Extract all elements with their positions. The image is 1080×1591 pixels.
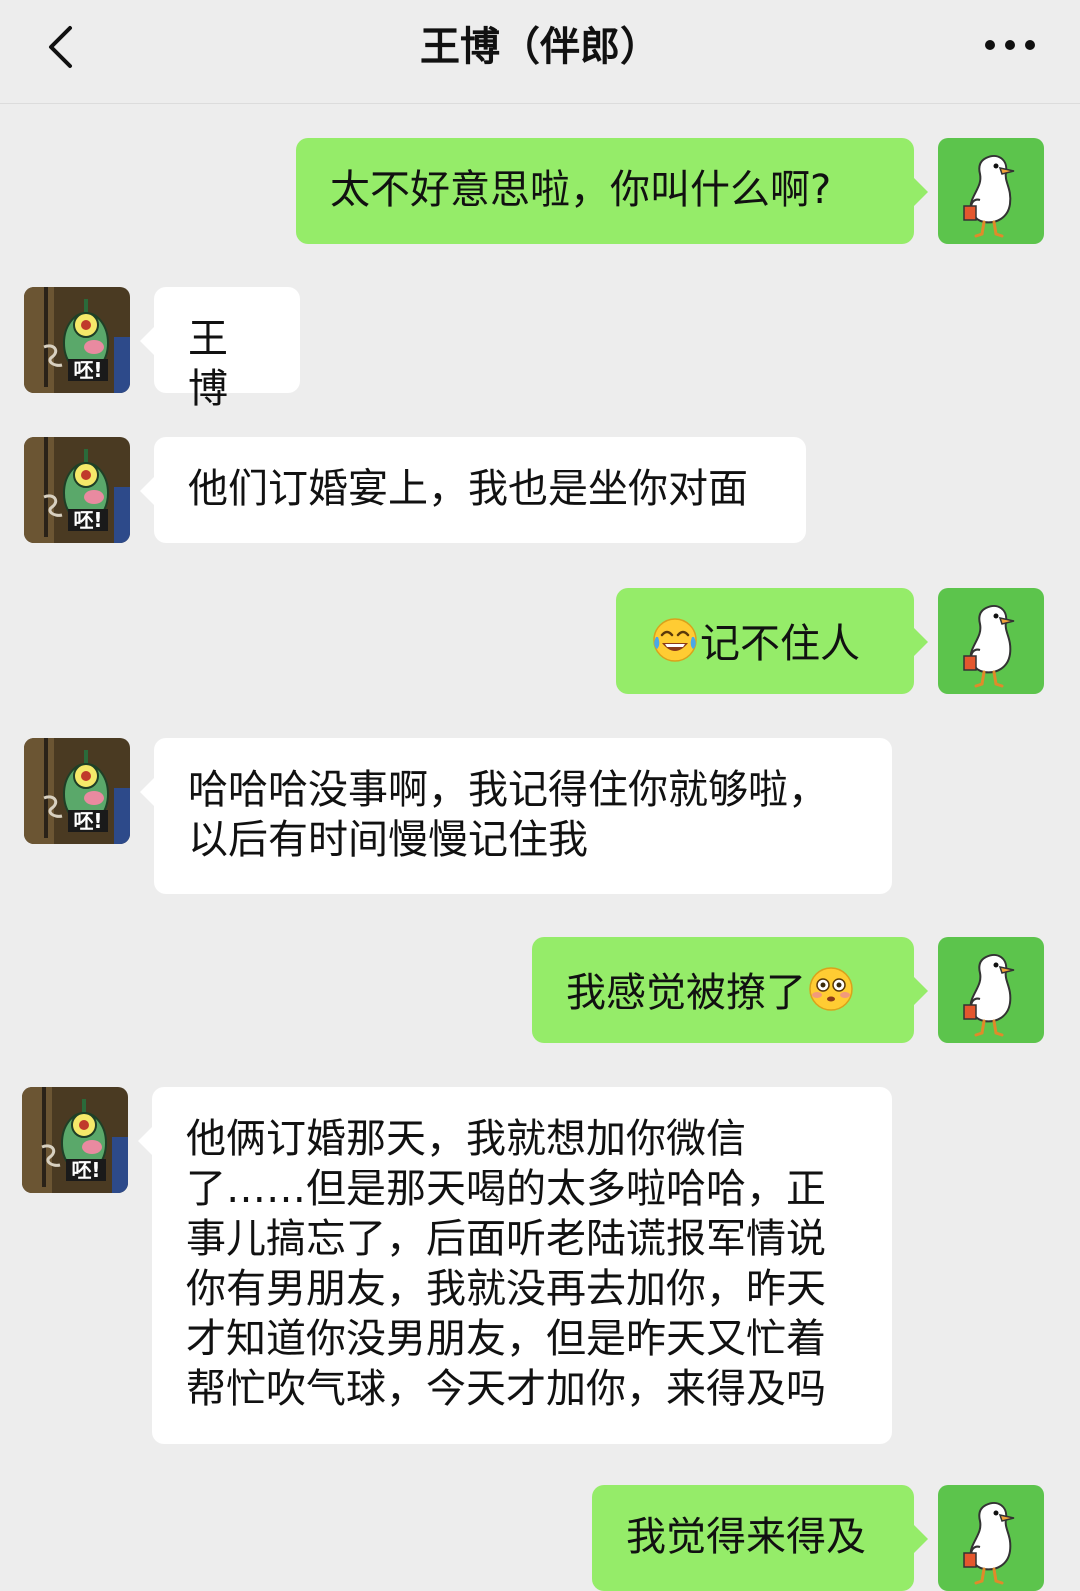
svg-text:呸!: 呸! (73, 358, 102, 382)
tears-of-joy-emoji (650, 615, 700, 665)
white-duck-avatar (938, 588, 1044, 694)
green-plankton-avatar: 呸! (22, 1087, 128, 1193)
self-avatar[interactable] (938, 937, 1044, 1043)
message-row-self: 记不住人 (0, 588, 1080, 694)
message-bubble-other[interactable]: 他们订婚宴上，我也是坐你对面 (140, 437, 806, 543)
message-bubble-self[interactable]: 记不住人 (616, 588, 928, 694)
message-row-self: 我觉得来得及 (0, 1485, 1080, 1591)
message-text: 我觉得来得及 (626, 1514, 866, 1560)
self-avatar[interactable] (938, 588, 1044, 694)
message-bubble-other[interactable]: 王博 (140, 287, 300, 412)
other-avatar[interactable]: 呸! (24, 287, 130, 393)
message-bubble-other[interactable]: 哈哈哈没事啊，我记得住你就够啦，以后有时间慢慢记住我 (140, 738, 892, 894)
svg-text:呸!: 呸! (71, 1158, 100, 1182)
svg-text:呸!: 呸! (73, 809, 102, 833)
message-row-self: 我感觉被撩了 (0, 937, 1080, 1043)
svg-text:呸!: 呸! (73, 508, 102, 532)
green-plankton-avatar: 呸! (24, 437, 130, 543)
white-duck-avatar (938, 1485, 1044, 1591)
more-button[interactable] (980, 30, 1040, 60)
chat-header: 王博（伴郎） (0, 0, 1080, 104)
message-row-other: 呸! 他们订婚宴上，我也是坐你对面 (0, 437, 1080, 543)
message-bubble-self[interactable]: 我觉得来得及 (592, 1485, 928, 1591)
message-row-other: 呸! 哈哈哈没事啊，我记得住你就够啦，以后有时间慢慢记住我 (0, 738, 1080, 894)
message-row-other: 呸! 王博 (0, 287, 1080, 412)
green-plankton-avatar: 呸! (24, 738, 130, 844)
message-text: 他俩订婚那天，我就想加你微信了……但是那天喝的太多啦哈哈，正事儿搞忘了，后面听老… (186, 1116, 826, 1412)
other-avatar[interactable]: 呸! (22, 1087, 128, 1193)
more-dots-icon (985, 40, 1035, 50)
white-duck-avatar (938, 937, 1044, 1043)
message-text: 记不住人 (700, 621, 860, 667)
other-avatar[interactable]: 呸! (24, 437, 130, 543)
message-text: 我感觉被撩了 (566, 970, 806, 1016)
self-avatar[interactable] (938, 1485, 1044, 1591)
green-plankton-avatar: 呸! (24, 287, 130, 393)
message-text: 王博 (188, 316, 228, 412)
message-text: 哈哈哈没事啊，我记得住你就够啦，以后有时间慢慢记住我 (188, 767, 828, 863)
self-avatar[interactable] (938, 138, 1044, 244)
message-text: 他们订婚宴上，我也是坐你对面 (188, 466, 748, 512)
message-list[interactable]: 太不好意思啦，你叫什么啊? 呸! 王博 呸! 他们订婚宴上，我也是坐你对面 记不… (0, 104, 1080, 1591)
message-row-self: 太不好意思啦，你叫什么啊? (0, 104, 1080, 244)
message-text: 太不好意思啦，你叫什么啊? (330, 167, 832, 213)
flushed-face-emoji (806, 964, 856, 1014)
other-avatar[interactable]: 呸! (24, 738, 130, 844)
white-duck-avatar (938, 138, 1044, 244)
message-bubble-self[interactable]: 太不好意思啦，你叫什么啊? (296, 138, 928, 244)
chat-title: 王博（伴郎） (420, 24, 660, 70)
message-row-other: 呸! 他俩订婚那天，我就想加你微信了……但是那天喝的太多啦哈哈，正事儿搞忘了，后… (0, 1087, 1080, 1444)
message-bubble-self[interactable]: 我感觉被撩了 (532, 937, 928, 1043)
message-bubble-other[interactable]: 他俩订婚那天，我就想加你微信了……但是那天喝的太多啦哈哈，正事儿搞忘了，后面听老… (138, 1087, 892, 1444)
